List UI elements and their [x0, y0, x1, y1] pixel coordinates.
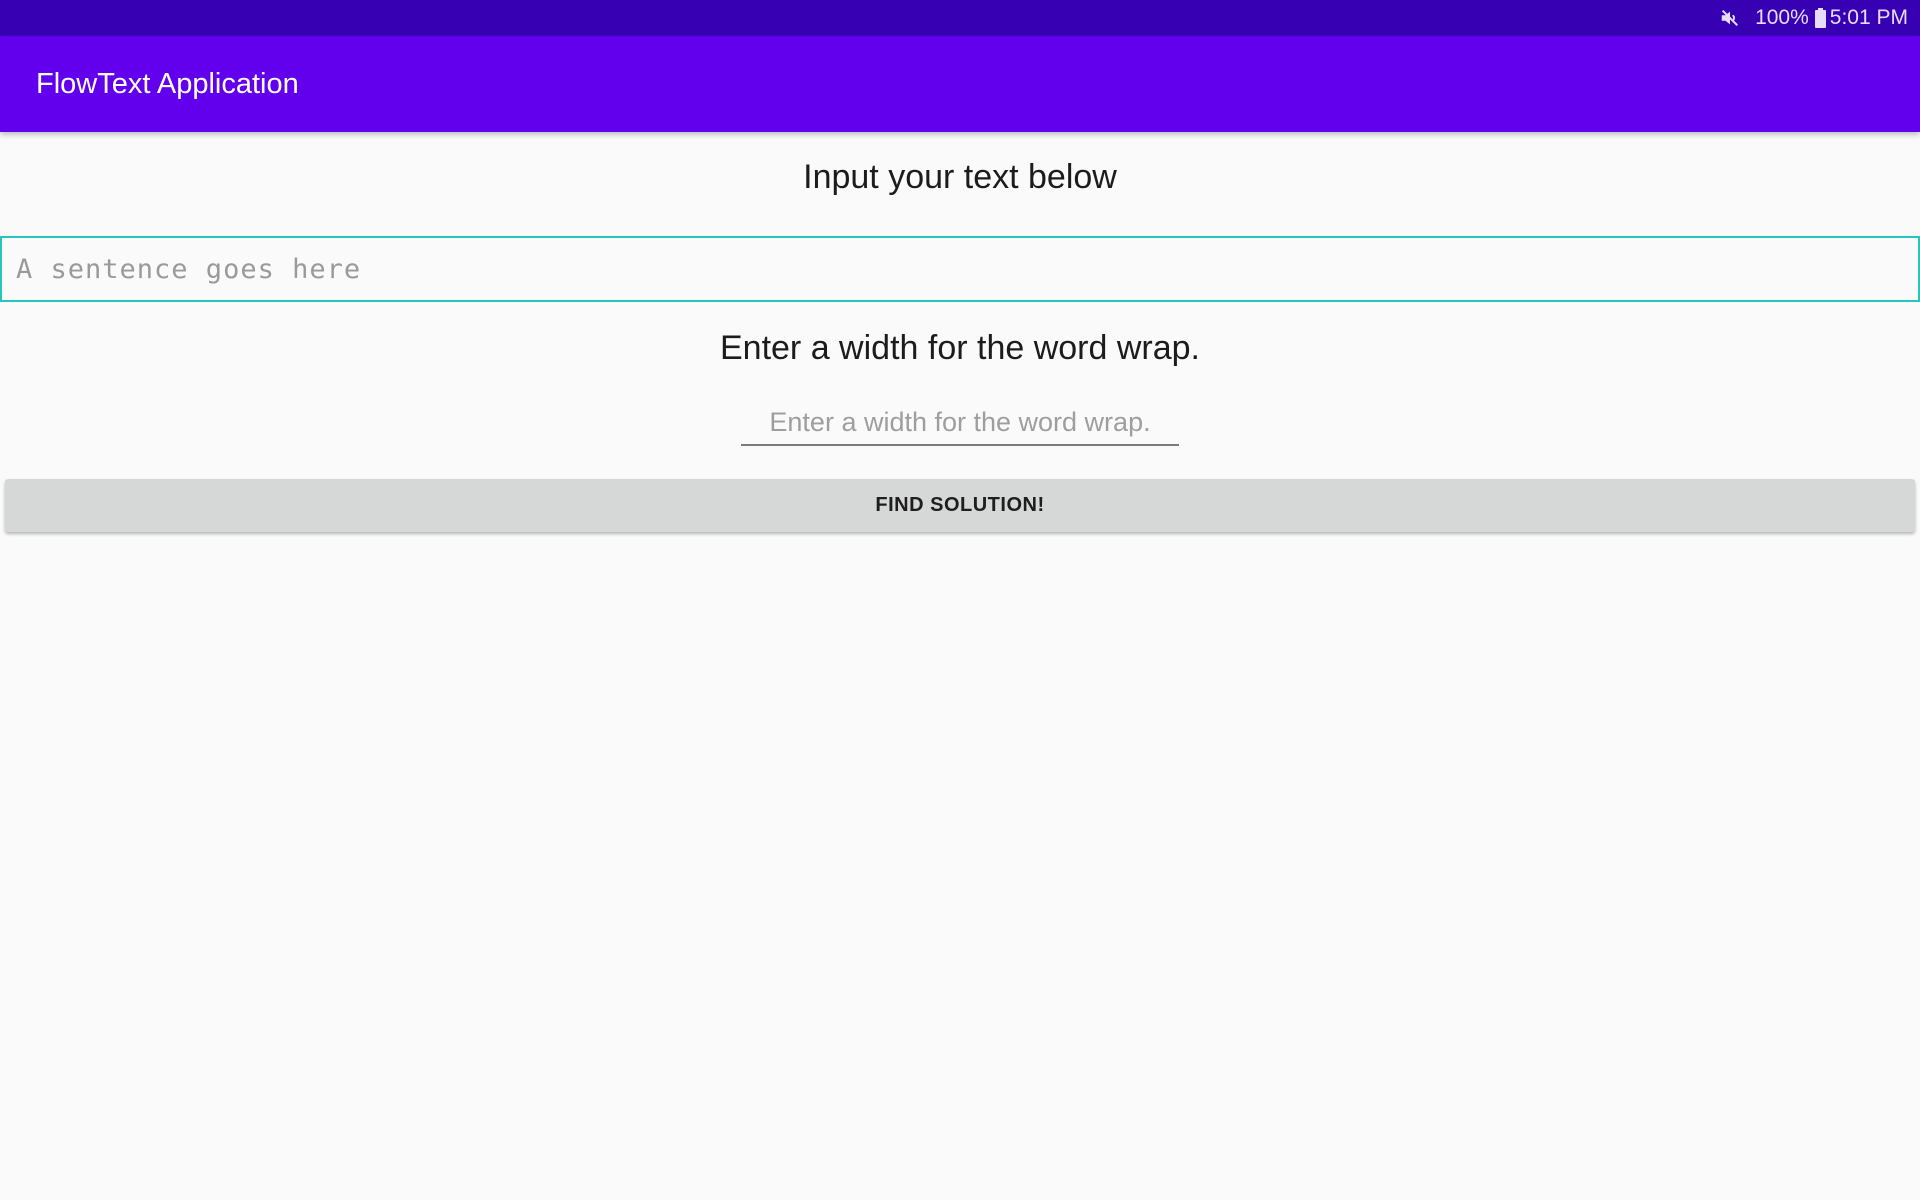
battery-percentage: 100% [1755, 6, 1809, 29]
status-bar: 100% 5:01 PM [0, 0, 1920, 36]
sentence-input[interactable] [0, 236, 1920, 302]
find-solution-button[interactable]: FIND SOLUTION! [5, 479, 1915, 532]
status-time: 5:01 PM [1829, 6, 1908, 29]
width-heading: Enter a width for the word wrap. [719, 329, 1200, 367]
app-title: FlowText Application [36, 67, 299, 100]
battery-icon [1814, 8, 1826, 28]
mute-icon [1719, 7, 1741, 29]
width-input[interactable] [741, 400, 1179, 446]
input-heading: Input your text below [803, 158, 1117, 196]
app-bar: FlowText Application [0, 36, 1920, 132]
